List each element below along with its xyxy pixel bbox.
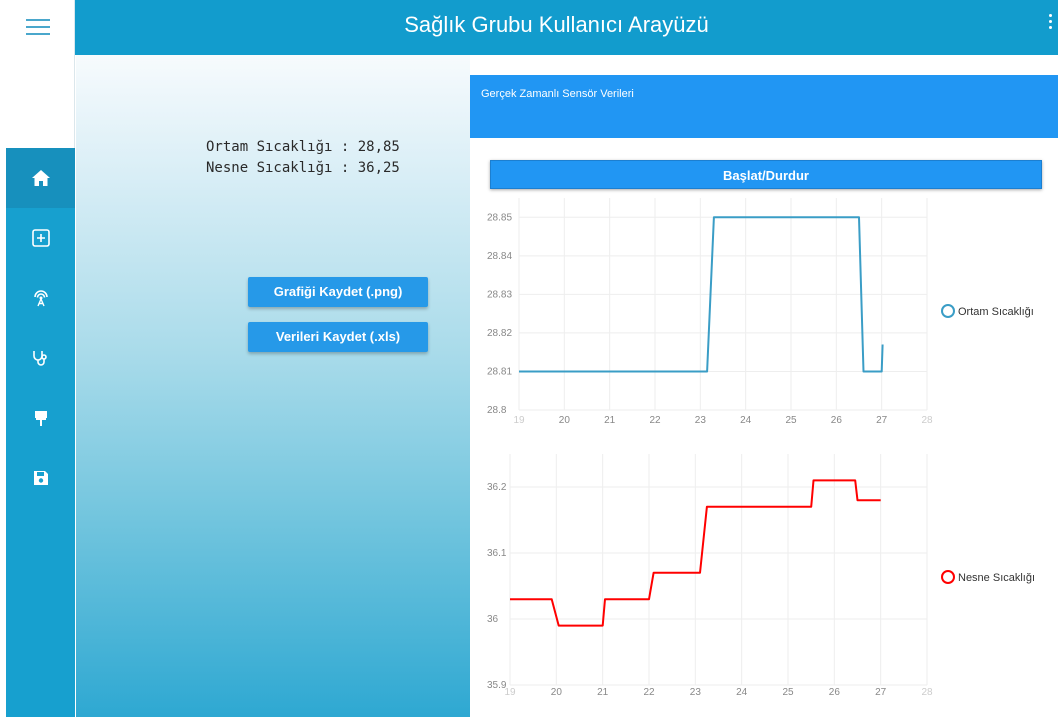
save-icon	[33, 471, 48, 485]
sidebar-item-health[interactable]	[6, 328, 75, 388]
x-tick-label: 20	[559, 415, 571, 426]
y-tick-label: 36	[487, 614, 499, 625]
x-tick-label: 26	[831, 415, 843, 426]
x-tick-label: 27	[875, 687, 887, 698]
x-tick-label: 22	[649, 415, 661, 426]
x-tick-label: 27	[876, 415, 888, 426]
sidebar-item-home[interactable]	[6, 148, 75, 208]
sidebar-item-save[interactable]	[6, 448, 75, 508]
legend-label: Nesne Sıcaklığı	[958, 572, 1035, 584]
sensor-panel-header: Gerçek Zamanlı Sensör Verileri	[470, 75, 1058, 138]
save-chart-button[interactable]: Grafiği Kaydet (.png)	[248, 277, 428, 307]
x-tick-label: 25	[782, 687, 794, 698]
plus-box-icon	[31, 229, 50, 247]
sidebar	[6, 148, 75, 717]
x-tick-label: 19	[513, 415, 525, 426]
y-tick-label: 28.85	[487, 212, 512, 223]
x-tick-label: 21	[604, 415, 616, 426]
y-tick-label: 28.8	[487, 405, 507, 416]
start-stop-button[interactable]: Başlat/Durdur	[490, 160, 1042, 189]
antenna-icon	[33, 290, 48, 307]
app-title: Sağlık Grubu Kullanıcı Arayüzü	[404, 12, 709, 37]
sidebar-item-device[interactable]	[6, 388, 75, 448]
home-icon	[31, 170, 50, 186]
legend-label: Ortam Sıcaklığı	[958, 306, 1034, 318]
sidebar-spacer	[0, 55, 75, 148]
y-tick-label: 35.9	[487, 680, 507, 691]
object-temperature-readout: Nesne Sıcaklığı : 36,25	[206, 160, 400, 176]
object-temperature-chart: 19 20 21 22 23 24 25 26 27 2835.93636.136.2Nesne …	[487, 454, 1035, 698]
sensor-panel-title: Gerçek Zamanlı Sensör Verileri	[481, 88, 634, 100]
pin-icon	[34, 411, 47, 426]
y-tick-label: 28.84	[487, 251, 512, 262]
x-tick-label: 23	[690, 687, 702, 698]
x-tick-label: 26	[829, 687, 841, 698]
x-tick-label: 28	[921, 687, 933, 698]
x-tick-label: 25	[785, 415, 797, 426]
x-tick-label: 20	[551, 687, 563, 698]
x-tick-label: 23	[695, 415, 707, 426]
y-tick-label: 36.1	[487, 548, 507, 559]
readings-panel: Ortam Sıcaklığı : 28,85 Nesne Sıcaklığı …	[76, 55, 470, 717]
x-tick-label: 24	[740, 415, 752, 426]
y-tick-label: 28.81	[487, 366, 512, 377]
menu-toggle[interactable]	[0, 0, 75, 55]
ambient-temperature-readout: Ortam Sıcaklığı : 28,85	[206, 139, 400, 155]
panel-spacer	[470, 55, 1058, 75]
title-bar: Sağlık Grubu Kullanıcı Arayüzü	[0, 0, 1058, 55]
stethoscope-icon	[32, 351, 47, 366]
x-tick-label: 21	[597, 687, 609, 698]
ambient-temperature-chart: 19 20 21 22 23 24 25 26 27 28 28.8 28.81 28.82 28.83 2…	[487, 198, 1034, 426]
hamburger-menu-icon[interactable]	[26, 19, 50, 36]
y-tick-label: 28.83	[487, 289, 512, 300]
x-tick-label: 28	[921, 415, 933, 426]
legend-marker	[941, 304, 955, 318]
x-tick-label: 22	[643, 687, 655, 698]
legend-marker	[941, 570, 955, 584]
y-tick-label: 28.82	[487, 328, 512, 339]
x-tick-label: 24	[736, 687, 748, 698]
sidebar-item-add[interactable]	[6, 208, 75, 268]
save-data-button[interactable]: Verileri Kaydet (.xls)	[248, 322, 428, 352]
sidebar-item-sensor[interactable]	[6, 268, 75, 328]
y-tick-label: 36.2	[487, 482, 507, 493]
more-options-icon[interactable]	[1048, 14, 1054, 36]
